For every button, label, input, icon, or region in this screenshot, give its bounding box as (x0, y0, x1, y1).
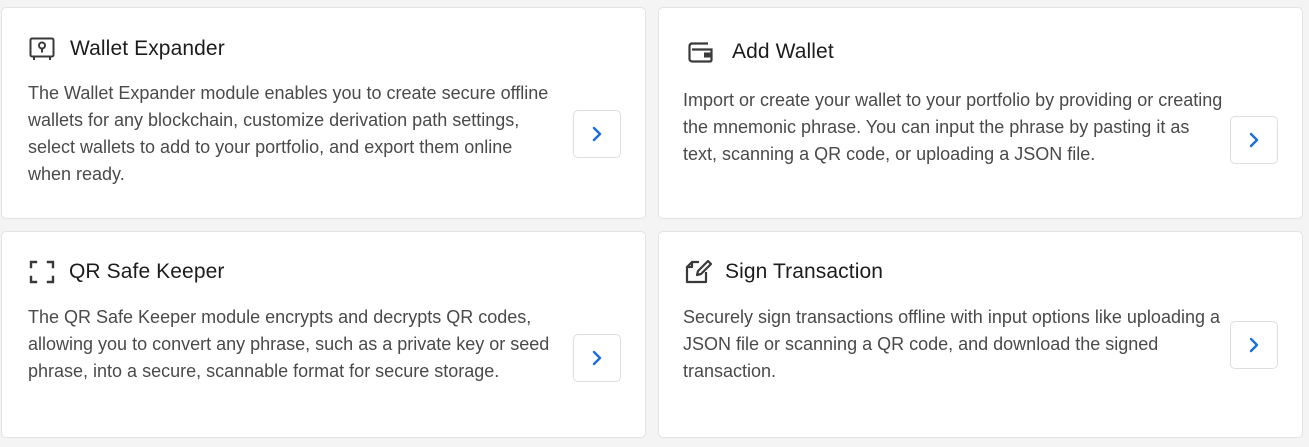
open-add-wallet-button[interactable] (1230, 116, 1278, 164)
safe-icon (28, 35, 56, 63)
card-description: Import or create your wallet to your por… (683, 90, 1223, 164)
chevron-right-icon (1248, 131, 1260, 149)
card-header: Sign Transaction (685, 258, 883, 286)
chevron-right-icon (1248, 336, 1260, 354)
open-qr-safe-keeper-button[interactable] (573, 334, 621, 382)
card-description: The Wallet Expander module enables you t… (28, 83, 549, 184)
open-wallet-expander-button[interactable] (573, 110, 621, 158)
card-sign-transaction: Sign Transaction Securely sign transacti… (658, 231, 1303, 438)
card-description: Securely sign transactions offline with … (683, 307, 1220, 381)
chevron-right-icon (591, 349, 603, 367)
card-title: QR Safe Keeper (69, 260, 225, 283)
chevron-right-icon (591, 125, 603, 143)
card-add-wallet: Add Wallet Import or create your wallet … (658, 7, 1303, 219)
wallet-icon (687, 38, 715, 66)
card-header: Add Wallet (687, 38, 834, 66)
card-title: Sign Transaction (725, 260, 884, 283)
scan-frame-icon (28, 258, 56, 286)
card-title: Wallet Expander (70, 37, 225, 60)
card-qr-safe-keeper: QR Safe Keeper The QR Safe Keeper module… (1, 231, 646, 438)
card-wallet-expander: Wallet Expander The Wallet Expander modu… (1, 7, 646, 219)
open-sign-transaction-button[interactable] (1230, 321, 1278, 369)
card-header: QR Safe Keeper (28, 258, 225, 286)
card-description: The QR Safe Keeper module encrypts and d… (28, 307, 550, 381)
sign-edit-icon (685, 258, 713, 286)
module-card-grid: Wallet Expander The Wallet Expander modu… (0, 0, 1309, 447)
card-header: Wallet Expander (28, 35, 225, 63)
card-title: Add Wallet (732, 40, 834, 63)
